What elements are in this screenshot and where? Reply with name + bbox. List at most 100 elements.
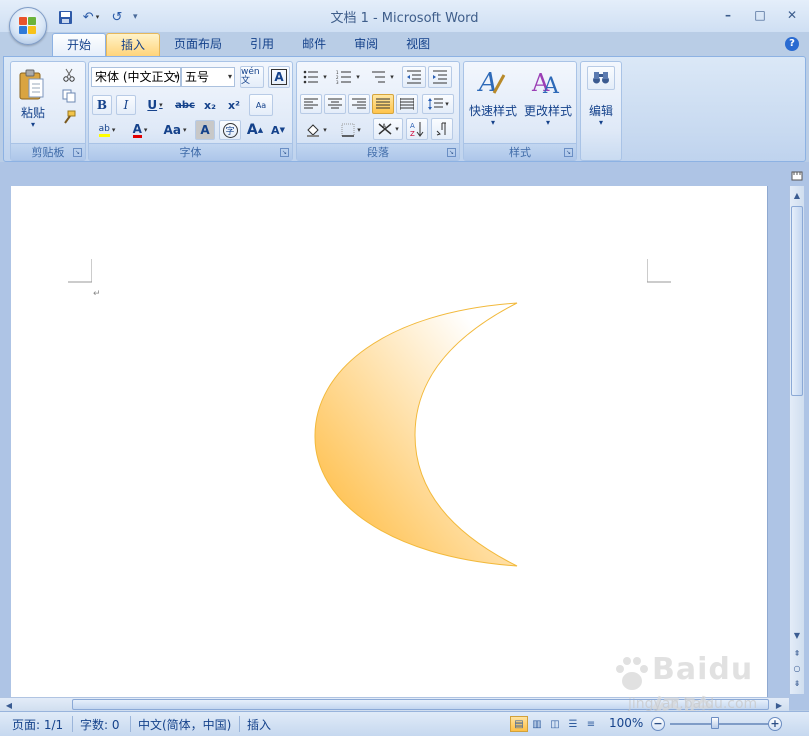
show-marks-button[interactable] [431,118,453,140]
tab-review[interactable]: 审阅 [340,33,392,56]
view-ruler-icon[interactable] [791,170,805,184]
zoom-in-icon[interactable]: + [768,717,782,731]
multilevel-dropdown-icon[interactable]: ▾ [390,73,394,81]
previous-page-icon[interactable]: ⇞ [790,646,804,660]
word-count[interactable]: 字数: 0 [80,716,120,733]
copy-icon[interactable] [59,87,79,105]
zoom-level[interactable]: 100% [609,716,643,730]
tab-view[interactable]: 视图 [392,33,444,56]
quick-styles-button[interactable]: 快速样式 [466,102,520,119]
outline-view-icon[interactable]: ☰ [564,716,582,732]
web-layout-view-icon[interactable]: ◫ [546,716,564,732]
line-spacing-dropdown-icon[interactable]: ▾ [445,100,449,108]
paste-button[interactable]: 粘贴 [13,104,53,121]
change-styles-button[interactable]: 更改样式 [520,102,576,119]
tab-home[interactable]: 开始 [52,33,107,56]
bullets-dropdown-icon[interactable]: ▾ [323,73,327,81]
insert-mode-indicator[interactable]: 插入 [247,716,271,733]
shading-button[interactable]: ▾ [300,120,332,140]
chinese-layout-dropdown-icon[interactable]: ▾ [395,125,399,133]
underline-dropdown-icon[interactable]: ▾ [159,101,163,109]
shrink-font-button[interactable]: A ▼ [267,120,289,140]
change-styles-icon[interactable]: AA [530,65,564,99]
format-painter-icon[interactable] [59,108,79,126]
change-case-button[interactable]: Aa ▾ [159,120,191,140]
paste-icon[interactable] [15,66,49,106]
align-right-button[interactable] [348,94,370,114]
language-indicator[interactable]: 中文(简体，中国) [138,716,231,733]
full-screen-reading-view-icon[interactable]: ▥ [528,716,546,732]
quick-styles-icon[interactable]: A [474,65,508,99]
subscript-button[interactable]: x₂ [199,95,221,115]
align-center-button[interactable] [324,94,346,114]
paste-dropdown-icon[interactable]: ▾ [13,120,53,129]
editing-group[interactable]: 编辑 ▾ [580,61,622,161]
numbering-button[interactable]: 1 2 3 ▾ [333,67,363,87]
character-border-button[interactable]: A [268,66,290,88]
tab-references[interactable]: 引用 [236,33,288,56]
numbering-dropdown-icon[interactable]: ▾ [356,73,360,81]
vertical-scroll-thumb[interactable] [791,206,803,396]
italic-button[interactable]: I [116,95,136,115]
line-spacing-button[interactable]: ▾ [422,94,454,114]
character-shading-button[interactable]: A [195,120,215,140]
quick-styles-dropdown-icon[interactable]: ▾ [466,118,520,127]
help-icon[interactable]: ? [785,37,799,51]
zoom-slider-track[interactable] [670,723,768,725]
change-styles-dropdown-icon[interactable]: ▾ [520,118,576,127]
font-launcher-icon[interactable]: ↘ [280,148,289,157]
maximize-button[interactable]: □ [751,6,769,24]
styles-launcher-icon[interactable]: ↘ [564,148,573,157]
scroll-down-icon[interactable]: ▼ [790,628,804,642]
distributed-button[interactable] [396,94,418,114]
paragraph-launcher-icon[interactable]: ↘ [447,148,456,157]
font-name-select[interactable]: 宋体 (中文正文) ▾ [91,67,181,87]
zoom-out-icon[interactable]: − [651,717,665,731]
scroll-left-icon[interactable]: ◀ [2,698,16,712]
justify-button[interactable] [372,94,394,114]
select-browse-object-icon[interactable]: ○ [790,661,804,675]
cut-icon[interactable] [59,66,79,84]
bold-button[interactable]: B [92,95,112,115]
multilevel-list-button[interactable]: ▾ [366,67,398,87]
draft-view-icon[interactable]: ≡ [582,716,600,732]
moon-shape[interactable] [311,300,521,570]
text-highlight-button[interactable]: ab ▾ [92,120,122,140]
borders-button[interactable]: ▾ [335,120,367,140]
bullets-button[interactable]: ▾ [300,67,330,87]
page-count[interactable]: 页面: 1/1 [12,716,63,733]
close-button[interactable]: ✕ [783,6,801,24]
increase-indent-button[interactable] [428,66,452,88]
zoom-slider-thumb[interactable] [711,717,719,729]
font-size-select[interactable]: 五号 ▾ [181,67,235,87]
align-left-button[interactable] [300,94,322,114]
vertical-scrollbar[interactable]: ▲ ▼ ⇞ ○ ⇟ [789,186,804,694]
superscript-button[interactable]: x² [223,95,245,115]
change-case-dropdown-icon[interactable]: ▾ [183,126,187,134]
underline-button[interactable]: U ▾ [140,95,170,115]
clear-formatting-button[interactable]: Aa [249,94,273,116]
tab-mailings[interactable]: 邮件 [288,33,340,56]
minimize-button[interactable]: – [719,6,737,24]
chinese-layout-button[interactable]: A ▾ [373,118,403,140]
clipboard-launcher-icon[interactable]: ↘ [73,148,82,157]
print-layout-view-icon[interactable]: ▤ [510,716,528,732]
strikethrough-button[interactable]: abc [173,95,197,115]
next-page-icon[interactable]: ⇟ [790,676,804,690]
enclose-characters-button[interactable]: 字 [219,120,241,140]
decrease-indent-button[interactable] [402,66,426,88]
grow-font-button[interactable]: A ▲ [245,120,265,140]
tab-page-layout[interactable]: 页面布局 [160,33,236,56]
tab-insert[interactable]: 插入 [106,33,161,56]
scroll-right-icon[interactable]: ▶ [772,698,786,712]
shading-dropdown-icon[interactable]: ▾ [323,126,327,134]
font-color-button[interactable]: A ▾ [126,120,154,140]
sort-button[interactable]: AZ [406,118,428,140]
phonetic-guide-button[interactable]: wén 文 [240,66,264,88]
scroll-up-icon[interactable]: ▲ [790,188,804,202]
font-color-dropdown-icon[interactable]: ▾ [144,126,148,134]
office-button[interactable] [9,7,47,45]
highlight-dropdown-icon[interactable]: ▾ [112,126,116,134]
borders-dropdown-icon[interactable]: ▾ [357,126,361,134]
document-page[interactable] [11,186,767,698]
